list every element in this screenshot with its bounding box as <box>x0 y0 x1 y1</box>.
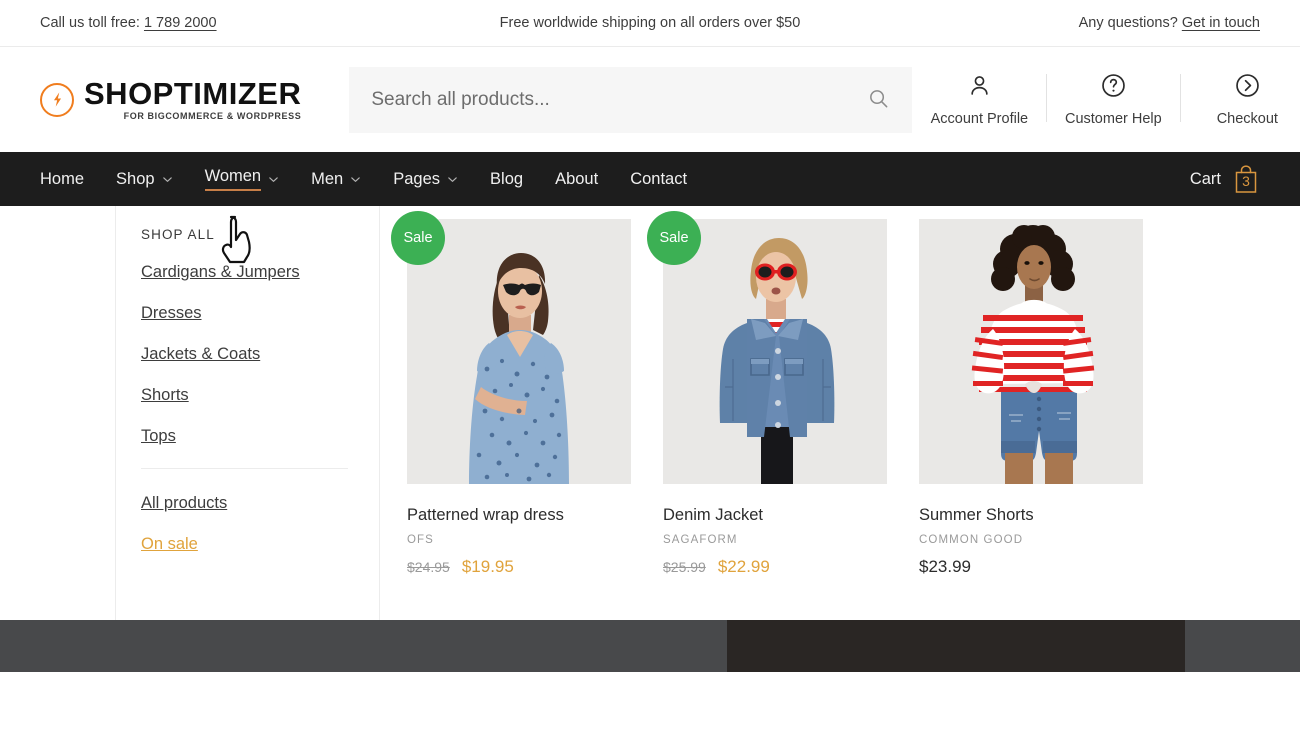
site-header: SHOPTIMIZER FOR BIGCOMMERCE & WORDPRESS <box>0 47 1300 152</box>
nav-item-shop[interactable]: Shop <box>100 152 189 206</box>
nav-label-pages: Pages <box>393 169 441 188</box>
category-link-shorts[interactable]: Shorts <box>141 386 379 405</box>
product-card[interactable]: Sale <box>647 211 887 620</box>
customer-help-button[interactable]: Customer Help <box>1046 72 1180 127</box>
cart-count: 3 <box>1242 173 1250 189</box>
product-card[interactable]: Summer Shorts COMMON GOOD $23.99 <box>919 219 1143 620</box>
nav-label-blog: Blog <box>490 169 524 188</box>
site-logo[interactable]: SHOPTIMIZER FOR BIGCOMMERCE & WORDPRESS <box>40 78 301 121</box>
get-in-touch-link[interactable]: Get in touch <box>1182 15 1260 31</box>
category-link-jackets-coats[interactable]: Jackets & Coats <box>141 345 379 364</box>
product-price-sale: $22.99 <box>717 557 770 576</box>
link-on-sale[interactable]: On sale <box>141 535 379 554</box>
link-all-products[interactable]: All products <box>141 494 379 513</box>
user-icon <box>966 72 993 104</box>
product-price-original: $25.99 <box>663 559 706 575</box>
chevron-down-icon <box>350 174 361 185</box>
nav-item-about[interactable]: About <box>539 152 614 206</box>
category-link-dresses[interactable]: Dresses <box>141 304 379 323</box>
chevron-down-icon <box>162 174 173 185</box>
questions-label: Any questions? <box>1078 15 1178 31</box>
product-title: Denim Jacket <box>663 506 763 524</box>
nav-item-home[interactable]: Home <box>40 152 100 206</box>
customer-help-label: Customer Help <box>1064 111 1162 127</box>
cart-label: Cart <box>1189 169 1221 188</box>
cart-button[interactable]: Cart 3 <box>1190 164 1260 194</box>
nav-label-men: Men <box>311 169 344 188</box>
product-brand: SAGAFORM <box>663 534 738 546</box>
question-circle-icon <box>1100 72 1127 104</box>
logo-title: SHOPTIMIZER <box>84 76 302 111</box>
logo-tagline: FOR BIGCOMMERCE & WORDPRESS <box>123 111 302 121</box>
product-brand: COMMON GOOD <box>919 534 1024 546</box>
nav-item-women[interactable]: Women <box>189 152 296 206</box>
shop-all-heading: SHOP ALL <box>141 227 215 242</box>
sale-badge: Sale <box>391 211 445 265</box>
checkout-label: Checkout <box>1216 111 1278 127</box>
product-image[interactable] <box>407 219 631 484</box>
nav-item-blog[interactable]: Blog <box>474 152 539 206</box>
product-price: $25.99 $22.99 <box>663 557 887 577</box>
mega-menu-categories: SHOP ALL Cardigans & Jumpers Dresses Jac… <box>115 206 380 620</box>
nav-label-home: Home <box>40 169 85 188</box>
contact-notice: Any questions? Get in touch <box>1079 15 1260 31</box>
account-profile-label: Account Profile <box>930 111 1029 127</box>
nav-item-pages[interactable]: Pages <box>377 152 474 206</box>
search-button[interactable] <box>867 87 890 113</box>
search-bar[interactable] <box>349 66 913 133</box>
toll-free-label: Call us toll free: <box>40 15 140 31</box>
account-profile-button[interactable]: Account Profile <box>912 72 1046 127</box>
checkout-button[interactable]: Checkout <box>1180 72 1300 127</box>
product-title: Summer Shorts <box>919 506 1034 524</box>
hero-background-image <box>727 620 1185 672</box>
product-image[interactable] <box>919 219 1143 484</box>
hero-banner <box>0 620 1300 672</box>
product-price-sale: $19.95 <box>461 557 514 576</box>
header-actions: Account Profile Customer Help Checkout <box>912 72 1300 127</box>
phone-link[interactable]: 1 789 2000 <box>144 15 217 31</box>
product-price: $23.99 <box>919 557 1143 577</box>
nav-label-contact: Contact <box>630 169 688 188</box>
product-title: Patterned wrap dress <box>407 506 564 524</box>
chevron-down-icon <box>268 174 279 185</box>
main-navigation: Home Shop Women Men Pages Blog About Con… <box>0 152 1300 206</box>
category-link-cardigans-jumpers[interactable]: Cardigans & Jumpers <box>141 263 379 282</box>
toll-free-notice: Call us toll free: 1 789 2000 <box>40 15 217 31</box>
menu-divider <box>141 468 348 469</box>
sale-badge: Sale <box>647 211 701 265</box>
category-link-tops[interactable]: Tops <box>141 427 379 446</box>
shopping-bag-icon: 3 <box>1232 164 1260 194</box>
product-brand: OFS <box>407 534 434 546</box>
nav-list: Home Shop Women Men Pages Blog About Con… <box>40 152 703 206</box>
nav-item-men[interactable]: Men <box>295 152 377 206</box>
search-input[interactable] <box>371 88 868 111</box>
product-image[interactable] <box>663 219 887 484</box>
nav-label-about: About <box>555 169 599 188</box>
search-icon <box>867 87 890 113</box>
product-price-original: $24.95 <box>407 559 450 575</box>
product-card[interactable]: Sale <box>391 211 631 620</box>
chevron-down-icon <box>447 174 458 185</box>
chevron-right-circle-icon <box>1234 72 1261 104</box>
announcement-bar: Call us toll free: 1 789 2000 Free world… <box>0 0 1300 47</box>
product-price: $24.95 $19.95 <box>407 557 631 577</box>
featured-products: Sale Patterned wrap dress OFS $24.95 $19… <box>380 206 1300 620</box>
product-price-current: $23.99 <box>919 557 971 576</box>
nav-label-shop: Shop <box>116 169 155 188</box>
women-mega-menu: SHOP ALL Cardigans & Jumpers Dresses Jac… <box>0 206 1300 620</box>
lightning-bolt-circle-icon <box>40 82 74 117</box>
nav-label-women: Women <box>204 167 262 191</box>
nav-item-contact[interactable]: Contact <box>614 152 703 206</box>
